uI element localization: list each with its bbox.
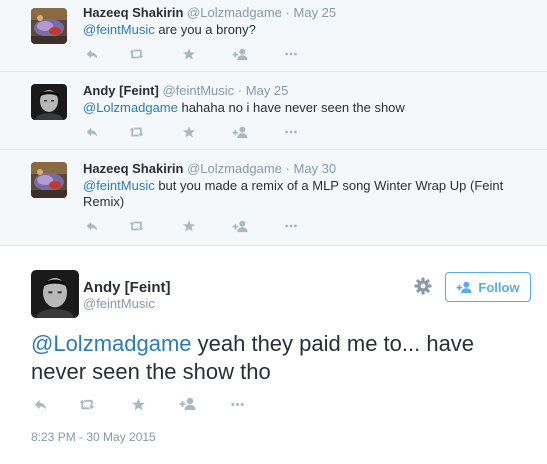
user-name[interactable]: Andy [Feint] <box>83 83 159 98</box>
tweet-timestamp[interactable]: 8:23 PM - 30 May 2015 <box>31 430 156 444</box>
user-handle[interactable]: @Lolzmadgame <box>187 5 282 20</box>
more-icon[interactable] <box>228 396 246 412</box>
tweet-text: @feintMusic but you made a remix of a ML… <box>83 178 523 210</box>
mention-link[interactable]: @feintMusic <box>83 22 155 37</box>
tweet-time[interactable]: May 30 <box>294 161 337 176</box>
more-icon[interactable] <box>282 46 300 62</box>
tweet-text: @Lolzmadgame hahaha no i have never seen… <box>83 100 523 116</box>
reply-tweet[interactable]: Andy [Feint] @feintMusic · May 25 @Lolzm… <box>0 72 547 150</box>
follow-button-label: Follow <box>478 279 520 295</box>
avatar[interactable] <box>31 162 67 198</box>
tweet-actions <box>83 124 313 140</box>
separator: · <box>285 161 290 176</box>
tweet-header: Hazeeq Shakirin @Lolzmadgame · May 25 <box>83 5 336 21</box>
follow-icon <box>456 280 473 295</box>
retweet-icon[interactable] <box>127 124 145 140</box>
avatar[interactable] <box>31 8 67 44</box>
avatar[interactable] <box>31 84 67 120</box>
favorite-icon[interactable] <box>180 218 198 234</box>
follow-icon[interactable] <box>231 124 249 140</box>
more-icon[interactable] <box>282 218 300 234</box>
tweet-time[interactable]: May 25 <box>246 83 289 98</box>
reply-icon[interactable] <box>31 396 49 412</box>
user-handle[interactable]: @Lolzmadgame <box>187 161 282 176</box>
more-icon[interactable] <box>282 124 300 140</box>
tweet-actions <box>83 46 313 62</box>
mention-link[interactable]: @Lolzmadgame <box>83 100 178 115</box>
reply-tweet[interactable]: Hazeeq Shakirin @Lolzmadgame · May 25 @f… <box>0 0 547 72</box>
tweet-body: are you a brony? <box>154 22 256 37</box>
tweet-text: @feintMusic are you a brony? <box>83 22 523 38</box>
user-handle[interactable]: @feintMusic <box>83 296 155 312</box>
retweet-icon[interactable] <box>127 218 145 234</box>
tweet-actions <box>31 396 261 414</box>
user-name[interactable]: Andy [Feint] <box>83 279 171 297</box>
reply-tweet[interactable]: Hazeeq Shakirin @Lolzmadgame · May 30 @f… <box>0 150 547 246</box>
tweet-time[interactable]: May 25 <box>294 5 337 20</box>
favorite-icon[interactable] <box>180 124 198 140</box>
follow-button[interactable]: Follow <box>445 272 531 302</box>
tweet-header: Hazeeq Shakirin @Lolzmadgame · May 30 <box>83 161 336 177</box>
mention-link[interactable]: @feintMusic <box>83 178 155 193</box>
follow-icon[interactable] <box>231 46 249 62</box>
favorite-icon[interactable] <box>129 396 147 412</box>
tweet-header: Andy [Feint] @feintMusic · May 25 <box>83 83 288 99</box>
retweet-icon[interactable] <box>78 396 96 412</box>
conversation-thread: Hazeeq Shakirin @Lolzmadgame · May 25 @f… <box>0 0 547 246</box>
gear-icon[interactable] <box>413 276 433 296</box>
user-handle[interactable]: @feintMusic <box>162 83 234 98</box>
separator: · <box>285 5 290 20</box>
reply-icon[interactable] <box>83 46 101 62</box>
user-name[interactable]: Hazeeq Shakirin <box>83 161 183 176</box>
follow-icon[interactable] <box>231 218 249 234</box>
reply-icon[interactable] <box>83 124 101 140</box>
user-name[interactable]: Hazeeq Shakirin <box>83 5 183 20</box>
reply-icon[interactable] <box>83 218 101 234</box>
follow-icon[interactable] <box>179 396 197 412</box>
tweet-actions <box>83 218 313 234</box>
separator: · <box>237 83 243 98</box>
avatar[interactable] <box>31 270 79 318</box>
mention-link[interactable]: @Lolzmadgame <box>31 331 192 356</box>
retweet-icon[interactable] <box>127 46 145 62</box>
favorite-icon[interactable] <box>180 46 198 62</box>
tweet-text: @Lolzmadgame yeah they paid me to... hav… <box>31 330 531 386</box>
tweet-body: hahaha no i have never seen the show <box>177 100 405 115</box>
